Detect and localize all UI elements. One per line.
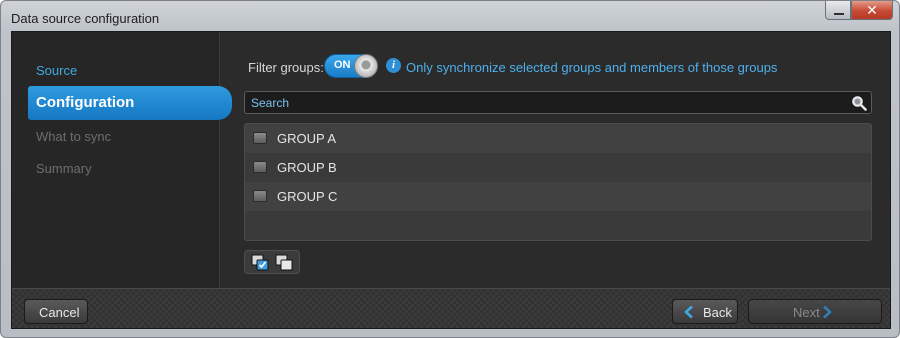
cancel-button[interactable]: Cancel (24, 299, 88, 324)
filter-groups-toggle[interactable]: ON (324, 54, 378, 78)
wizard-content: Source Configuration What to sync Summar… (11, 31, 891, 329)
sidebar-item-what-to-sync: What to sync (36, 129, 112, 144)
sidebar-item-configuration[interactable]: Configuration (28, 86, 232, 120)
list-item[interactable]: GROUP A (245, 124, 871, 153)
search-icon[interactable] (851, 95, 867, 111)
data-source-configuration-window: Data source configuration ✕ Source Confi… (0, 0, 900, 338)
chevron-right-icon (823, 305, 832, 319)
selection-toolbar (244, 250, 300, 274)
chevron-left-icon (684, 305, 693, 319)
group-checkbox[interactable] (253, 190, 267, 202)
toggle-knob[interactable] (354, 54, 378, 78)
wizard-sidebar: Source Configuration What to sync Summar… (12, 32, 232, 288)
cancel-label: Cancel (39, 305, 80, 320)
sidebar-item-source[interactable]: Source (36, 63, 77, 78)
wizard-footer: Cancel Back Next (12, 288, 890, 328)
select-all-icon[interactable] (251, 254, 269, 271)
minimize-icon (834, 13, 844, 15)
toggle-state-label: ON (334, 59, 351, 71)
sidebar-item-label: Configuration (36, 94, 135, 111)
info-icon: i (386, 58, 401, 73)
filter-info-text: Only synchronize selected groups and mem… (406, 60, 778, 75)
group-checkbox[interactable] (253, 161, 267, 173)
search-box[interactable] (244, 91, 872, 114)
title-bar[interactable]: Data source configuration ✕ (1, 1, 899, 31)
filter-groups-label: Filter groups: (248, 60, 324, 75)
configuration-panel: Filter groups: ON i Only synchronize sel… (220, 32, 890, 288)
list-item[interactable]: GROUP B (245, 153, 871, 182)
window-title: Data source configuration (11, 11, 160, 26)
list-item[interactable]: GROUP C (245, 182, 871, 211)
group-list: GROUP A GROUP B GROUP C (244, 123, 872, 241)
group-label: GROUP B (277, 160, 337, 175)
close-icon: ✕ (866, 2, 878, 18)
group-checkbox[interactable] (253, 132, 267, 144)
minimize-button[interactable] (825, 1, 851, 20)
back-button[interactable]: Back (672, 299, 738, 324)
group-label: GROUP A (277, 131, 337, 146)
group-label: GROUP C (277, 189, 338, 204)
sidebar-item-summary: Summary (36, 161, 92, 176)
deselect-all-icon[interactable] (275, 254, 293, 271)
back-label: Back (703, 305, 732, 320)
next-label: Next (793, 305, 820, 320)
search-input[interactable] (251, 95, 841, 111)
close-button[interactable]: ✕ (851, 1, 893, 20)
next-button[interactable]: Next (748, 299, 882, 324)
